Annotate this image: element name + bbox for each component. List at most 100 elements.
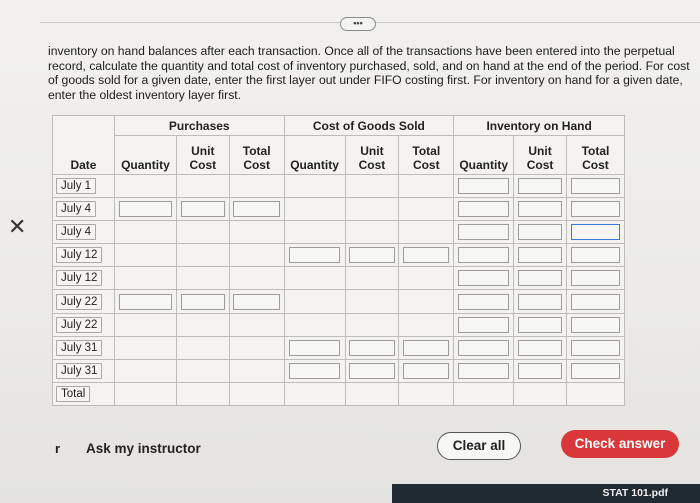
purchases-unit-cost-cell (175, 266, 230, 291)
on-hand-total-cost-input[interactable] (570, 293, 620, 310)
cogs-total-cost-cell (398, 173, 455, 199)
cogs-unit-cost-cell (344, 266, 400, 291)
cogs-total-cost-input[interactable] (403, 362, 450, 379)
on-hand-unit-cost-input[interactable] (517, 270, 563, 287)
purchases-unit-cost-input[interactable] (180, 293, 226, 310)
on-hand-quantity-cell (453, 335, 515, 360)
purchases-quantity-input[interactable] (119, 201, 172, 218)
purchases-unit-cost-header: Unit Cost (175, 135, 230, 175)
on-hand-unit-cost-input[interactable] (517, 316, 563, 333)
cogs-unit-cost-input[interactable] (349, 247, 395, 264)
on-hand-quantity-cell (453, 381, 515, 407)
date-label: July 12 (56, 270, 103, 287)
table-row: July 4 (52, 197, 626, 222)
on-hand-quantity-cell (453, 197, 515, 222)
clear-all-button[interactable]: Clear all (437, 432, 521, 460)
on-hand-total-cost-input[interactable] (570, 270, 620, 287)
on-hand-quantity-cell (453, 289, 515, 314)
cogs-unit-cost-input[interactable] (349, 362, 395, 379)
purchases-total-cost-input[interactable] (233, 201, 280, 218)
on-hand-unit-cost-cell (513, 266, 567, 291)
purchases-group-header: Purchases (113, 115, 285, 136)
date-cell: Total (52, 381, 115, 407)
on-hand-quantity-input[interactable] (458, 362, 510, 379)
on-hand-unit-cost-cell (513, 381, 567, 407)
on-hand-quantity-input[interactable] (458, 224, 510, 241)
cogs-quantity-cell (283, 335, 346, 360)
on-hand-unit-cost-input[interactable] (517, 247, 563, 264)
cogs-quantity-input[interactable] (288, 247, 341, 264)
on-hand-unit-cost-input[interactable] (517, 293, 563, 310)
cogs-total-cost-header: Total Cost (398, 135, 455, 175)
purchases-total-cost-header: Total Cost (228, 135, 285, 175)
on-hand-unit-cost-input[interactable] (517, 178, 563, 195)
on-hand-quantity-input[interactable] (458, 247, 510, 264)
on-hand-unit-cost-cell (513, 173, 567, 199)
on-hand-unit-cost-input[interactable] (517, 339, 563, 356)
ask-instructor-link[interactable]: Ask my instructor (86, 441, 201, 456)
date-label: July 4 (56, 201, 97, 218)
on-hand-total-cost-input[interactable] (570, 201, 620, 218)
purchases-quantity-cell (113, 173, 177, 199)
pdf-file-label[interactable]: STAT 101.pdf (602, 487, 668, 499)
table-row: July 12 (52, 243, 626, 268)
on-hand-total-cost-cell (565, 381, 626, 407)
purchases-unit-cost-cell (175, 335, 230, 360)
cogs-total-cost-cell (398, 358, 455, 383)
on-hand-quantity-input[interactable] (458, 201, 510, 218)
on-hand-total-cost-input-focused[interactable] (570, 224, 620, 241)
date-label: July 4 (56, 224, 97, 241)
cogs-quantity-input[interactable] (288, 339, 341, 356)
total-label: Total (56, 385, 91, 402)
on-hand-quantity-input[interactable] (458, 339, 510, 356)
on-hand-unit-cost-input[interactable] (517, 362, 563, 379)
on-hand-total-cost-input[interactable] (570, 362, 620, 379)
on-hand-total-cost-input[interactable] (570, 316, 620, 333)
more-options-button[interactable]: ••• (340, 17, 376, 31)
cogs-quantity-cell (283, 289, 346, 314)
cogs-total-cost-input[interactable] (403, 339, 450, 356)
on-hand-unit-cost-cell (513, 220, 567, 245)
purchases-total-cost-cell (228, 197, 285, 222)
cogs-quantity-input[interactable] (288, 362, 341, 379)
on-hand-quantity-input[interactable] (458, 316, 510, 333)
date-cell: July 1 (52, 173, 115, 199)
purchases-total-cost-cell (228, 358, 285, 383)
instructions-text: inventory on hand balances after each tr… (48, 44, 690, 102)
on-hand-total-cost-input[interactable] (570, 247, 620, 264)
on-hand-total-cost-input[interactable] (570, 178, 620, 195)
cogs-unit-cost-input[interactable] (349, 339, 395, 356)
purchases-total-cost-cell (228, 289, 285, 314)
purchases-unit-cost-input[interactable] (180, 201, 226, 218)
cogs-total-cost-cell (398, 220, 455, 245)
purchases-quantity-cell (113, 220, 177, 245)
purchases-unit-cost-cell (175, 312, 230, 337)
close-icon[interactable]: ✕ (8, 216, 26, 238)
on-hand-quantity-cell (453, 312, 515, 337)
check-answer-button[interactable]: Check answer (561, 430, 679, 458)
on-hand-total-cost-input[interactable] (570, 339, 620, 356)
purchases-unit-cost-cell (175, 173, 230, 199)
on-hand-unit-cost-input[interactable] (517, 201, 563, 218)
on-hand-total-cost-cell (565, 358, 626, 383)
on-hand-quantity-cell (453, 358, 515, 383)
date-cell: July 22 (52, 312, 115, 337)
on-hand-quantity-input[interactable] (458, 270, 510, 287)
on-hand-unit-cost-input[interactable] (517, 224, 563, 241)
purchases-unit-cost-cell (175, 358, 230, 383)
purchases-quantity-cell (113, 335, 177, 360)
perpetual-inventory-table: Purchases Cost of Goods Sold Inventory o… (52, 115, 626, 407)
purchases-total-cost-cell (228, 381, 285, 407)
on-hand-group-header: Inventory on Hand (453, 115, 625, 136)
cogs-quantity-cell (283, 312, 346, 337)
purchases-unit-cost-cell (175, 381, 230, 407)
cogs-unit-cost-cell (344, 197, 400, 222)
cogs-total-cost-input[interactable] (403, 247, 450, 264)
date-label: July 22 (56, 316, 103, 333)
purchases-total-cost-input[interactable] (233, 293, 280, 310)
purchases-quantity-input[interactable] (119, 293, 172, 310)
download-bar: STAT 101.pdf (392, 484, 700, 503)
on-hand-quantity-input[interactable] (458, 178, 510, 195)
on-hand-total-cost-cell (565, 197, 626, 222)
on-hand-quantity-input[interactable] (458, 293, 510, 310)
